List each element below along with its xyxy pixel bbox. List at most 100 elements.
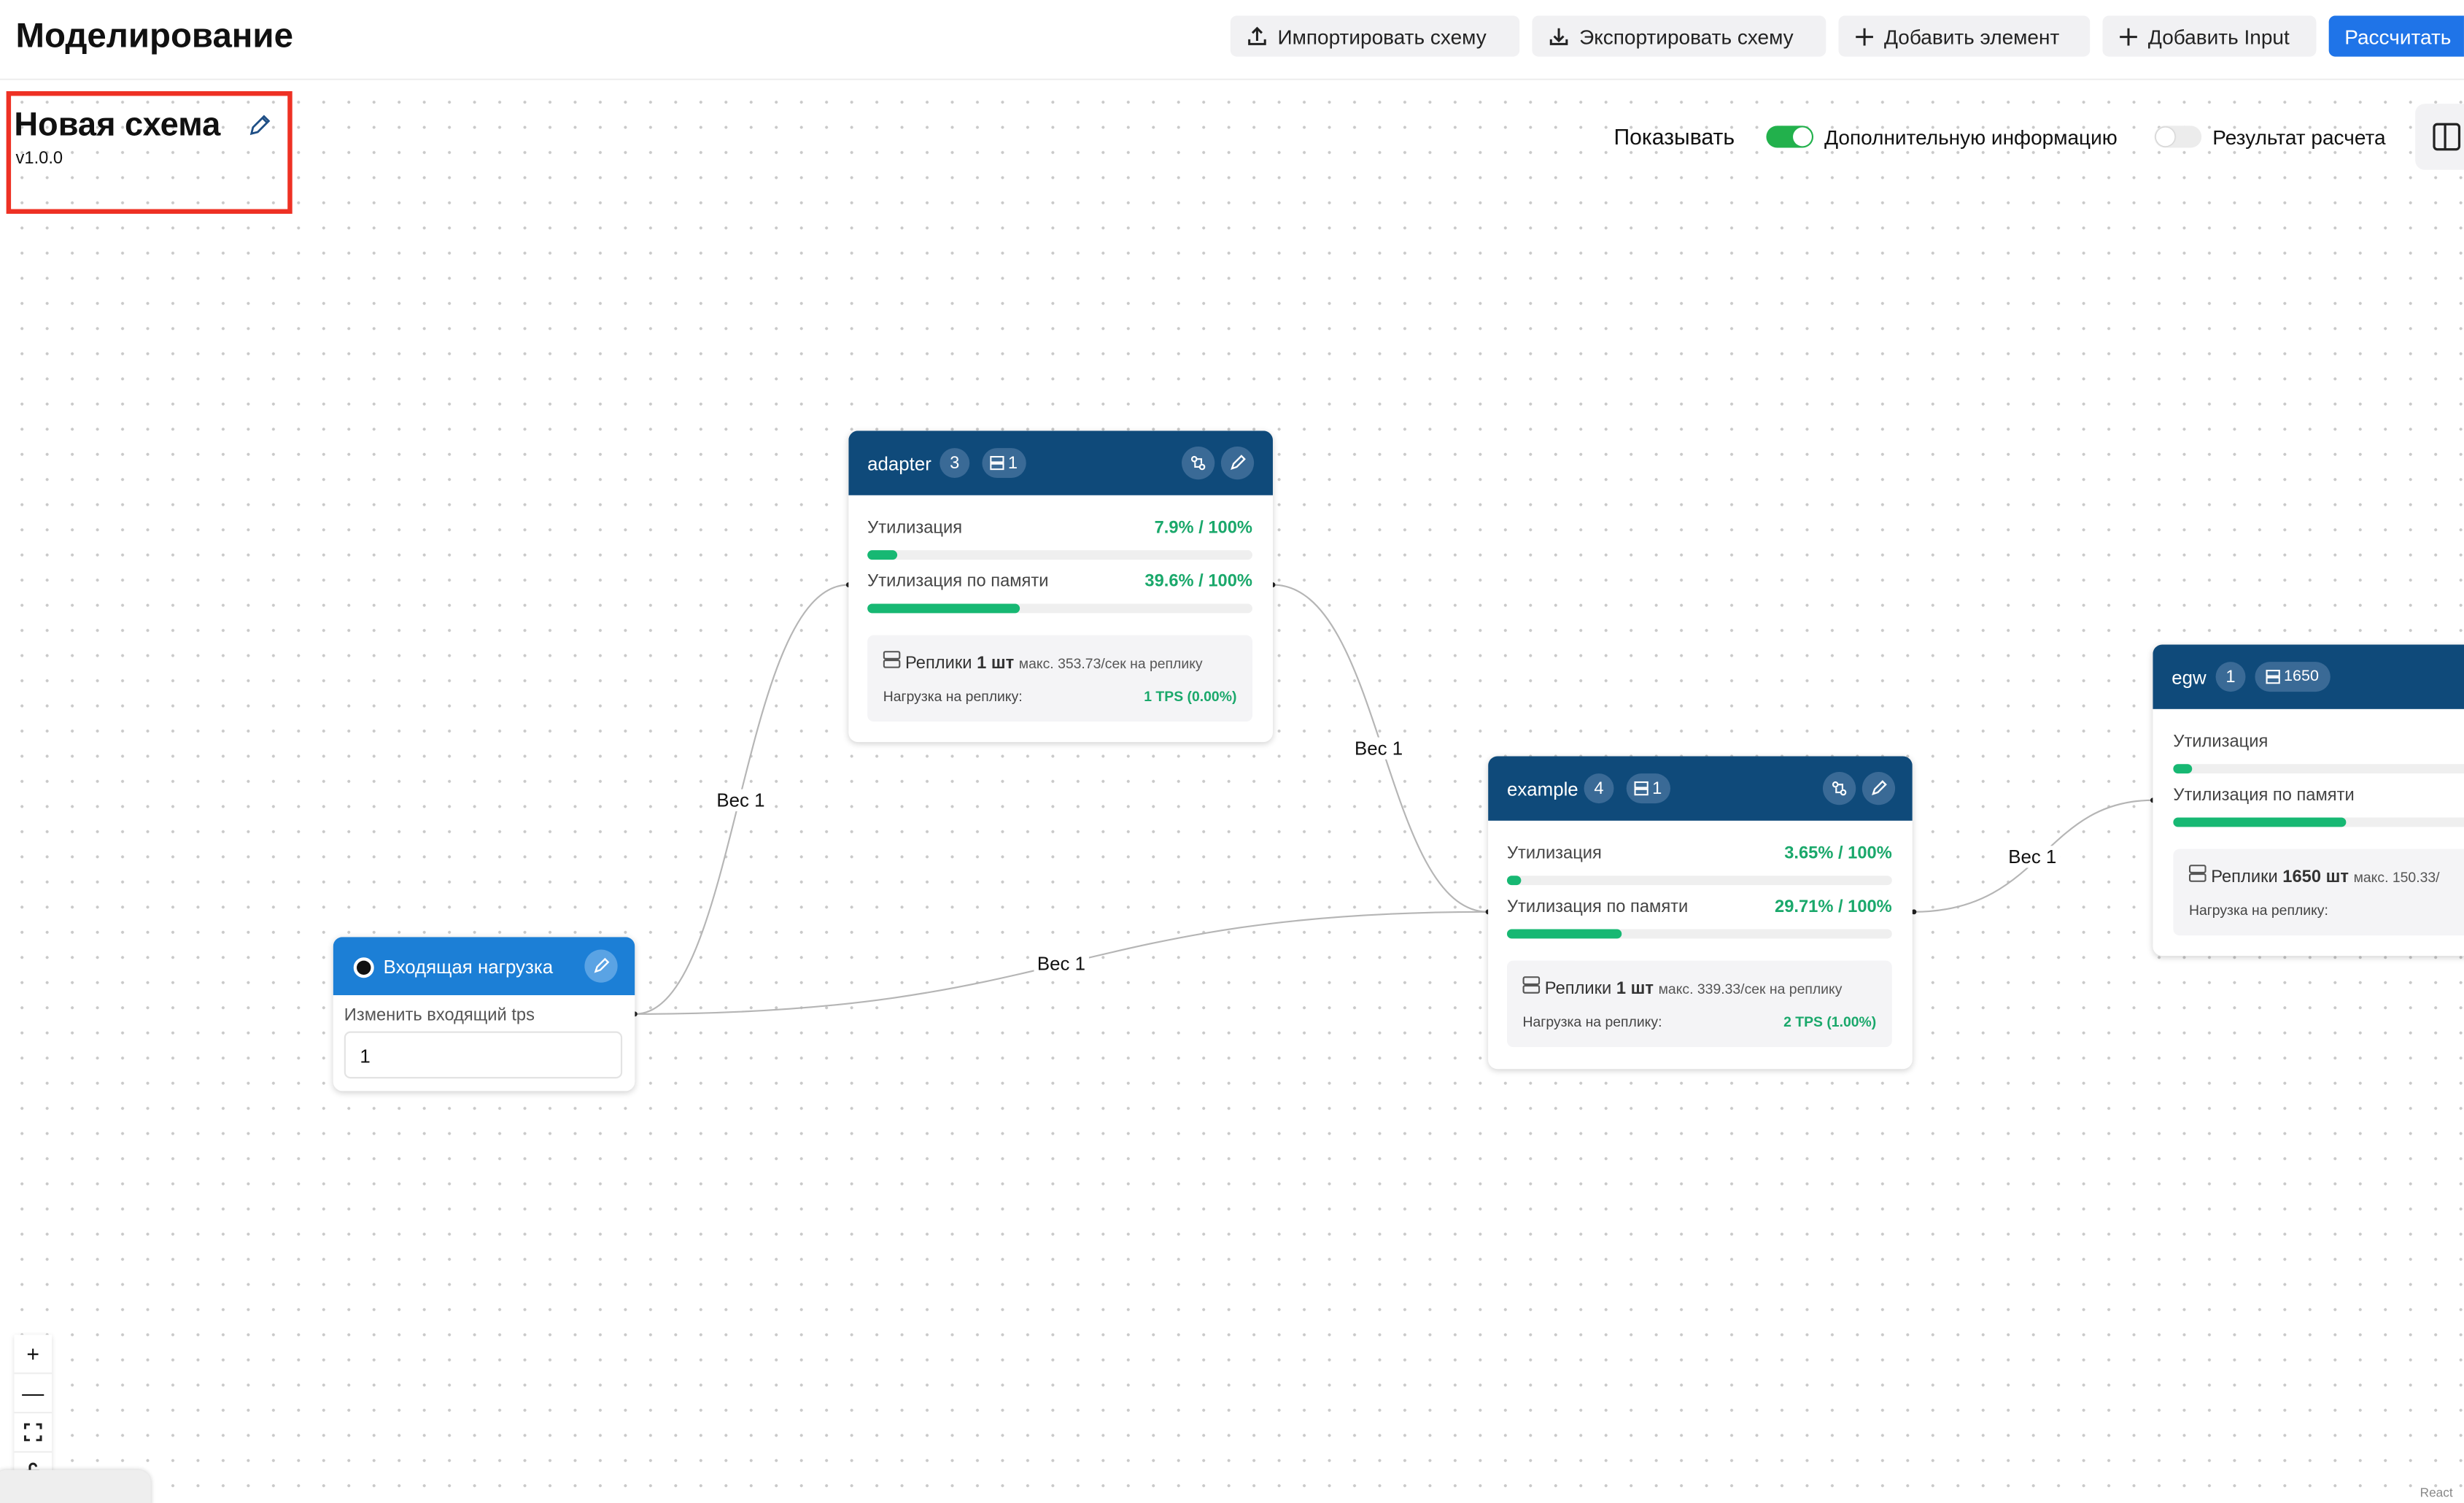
change-tps-label: Изменить входящий tps (344, 1006, 535, 1025)
replicas-label: Реплики (905, 654, 972, 673)
replicas-panel: Реплики 1 шт макс. 353.73/сек на реплику… (867, 635, 1252, 722)
zoom-out-button[interactable]: — (14, 1374, 53, 1414)
memory-bar (867, 603, 1252, 614)
fit-view-button[interactable] (14, 1413, 53, 1453)
swap-icon (1190, 455, 1206, 471)
replicas-count: 1 шт (1616, 979, 1654, 999)
replicas-panel: Реплики 1 шт макс. 339.33/сек на реплику… (1506, 960, 1892, 1048)
node-header: adapter 3 1 (848, 430, 1273, 495)
node-name: adapter (867, 452, 931, 475)
replicas-line: Реплики 1650 шт макс. 150.33/ (2188, 865, 2440, 887)
attribution-link[interactable]: React (2420, 1485, 2453, 1499)
connections-button[interactable] (1822, 772, 1856, 805)
fit-view-icon (23, 1423, 42, 1442)
node-name: egw (2172, 666, 2207, 689)
replicas-label: Реплики (2211, 868, 2278, 887)
schema-name: Новая схема (14, 107, 221, 144)
utilization-bar-fill (1506, 876, 1522, 886)
memory-bar (2173, 817, 2464, 827)
tps-input[interactable]: 1 (344, 1031, 623, 1079)
load-label: Нагрузка на реплику: (1522, 1013, 1662, 1030)
app-screen: Моделирование Импортировать схему Экспор… (0, 0, 2464, 1503)
server-icon (2188, 865, 2207, 882)
replicas-badge-value: 1 (1007, 453, 1018, 473)
utilization-label: Утилизация (1506, 844, 1602, 863)
edges-layer (632, 582, 2155, 1017)
sidebar-panel-icon (2433, 123, 2461, 151)
input-node-header: Входящая нагрузка (333, 937, 635, 995)
node-header: egw 1 1650 (2153, 644, 2464, 709)
replicas-badge: 1 (1626, 773, 1671, 804)
result-toggle[interactable] (2154, 125, 2202, 148)
replicas-max: макс. 150.33/ (2353, 869, 2440, 886)
memory-utilization-label: Утилизация по памяти (1506, 897, 1689, 917)
toggle-knob (1793, 127, 1812, 147)
input-node-title: Входящая нагрузка (383, 956, 554, 978)
memory-utilization-value: 29.71% / 100% (1775, 897, 1892, 917)
input-node[interactable]: Входящая нагрузка Изменить входящий tps … (333, 937, 635, 1091)
pencil-icon[interactable] (247, 113, 271, 138)
connections-button[interactable] (1182, 446, 1215, 480)
server-icon (883, 651, 901, 668)
node-name: example (1506, 778, 1578, 800)
count-badge: 1 (2215, 662, 2246, 692)
load-value: 2 TPS (1.00%) (1783, 1013, 1877, 1030)
load-value: 1 TPS (0.00%) (1144, 688, 1237, 705)
load-label: Нагрузка на реплику: (883, 688, 1023, 705)
pencil-icon (594, 957, 610, 973)
utilization-value: 3.65% / 100% (1784, 844, 1892, 863)
memory-bar-fill (2173, 817, 2347, 827)
replicas-count: 1650 шт (2282, 868, 2349, 887)
replicas-max: макс. 353.73/сек на реплику (1018, 655, 1203, 672)
replicas-badge-value: 1 (1652, 778, 1662, 798)
replicas-label: Реплики (1544, 979, 1612, 999)
node-header: example 4 1 (1488, 756, 1913, 821)
memory-bar (1506, 929, 1892, 939)
load-label: Нагрузка на реплику: (2188, 902, 2328, 919)
replicas-badge: 1650 (2255, 662, 2331, 692)
extra-info-toggle[interactable] (1766, 125, 1814, 148)
schema-version: v1.0.0 (15, 149, 63, 169)
server-icon (2266, 669, 2281, 684)
service-node-example[interactable]: example 4 1 Утилизация 3.65% / 100% Утил… (1488, 756, 1913, 1070)
result-label: Результат расчета (2212, 125, 2386, 150)
edit-input-button[interactable] (584, 949, 618, 983)
pencil-icon (1231, 455, 1246, 471)
utilization-bar-fill (867, 550, 898, 560)
replicas-badge-value: 1650 (2284, 668, 2319, 686)
replicas-panel: Реплики 1650 шт макс. 150.33/ Нагрузка н… (2173, 849, 2464, 936)
memory-utilization-value: 39.6% / 100% (1144, 572, 1252, 592)
pencil-icon (1872, 780, 1887, 796)
toggle-panel-button[interactable] (2415, 104, 2464, 170)
server-icon (1635, 781, 1649, 796)
edge-weight-label: Вес 1 (713, 789, 768, 811)
memory-bar-fill (867, 603, 1020, 614)
edge-weight-label: Вес 1 (2004, 846, 2060, 868)
replicas-line: Реплики 1 шт макс. 339.33/сек на реплику (1522, 976, 1842, 999)
service-node-egw[interactable]: egw 1 1650 Утилизация Утилизация по памя… (2153, 644, 2464, 957)
bottom-panel-tab[interactable] (0, 1469, 151, 1503)
server-icon (1522, 976, 1541, 994)
count-badge: 3 (940, 448, 970, 479)
edit-node-button[interactable] (1861, 772, 1896, 805)
edit-node-button[interactable] (1220, 446, 1255, 480)
record-icon (353, 957, 374, 978)
memory-utilization-label: Утилизация по памяти (2173, 786, 2355, 805)
edge-weight-label: Вес 1 (1034, 952, 1089, 975)
memory-bar-fill (1506, 929, 1622, 939)
utilization-label: Утилизация (867, 519, 963, 538)
replicas-line: Реплики 1 шт макс. 353.73/сек на реплику (883, 651, 1203, 673)
utilization-bar (1506, 876, 1892, 886)
edge-weight-label: Вес 1 (1351, 737, 1406, 760)
zoom-controls: + — (14, 1334, 53, 1491)
replicas-badge: 1 (982, 448, 1026, 479)
toggle-knob (2155, 127, 2175, 147)
count-badge: 4 (1584, 773, 1614, 804)
service-node-adapter[interactable]: adapter 3 1 Утилизация 7.9% / 100% Утили… (848, 430, 1273, 743)
memory-utilization-label: Утилизация по памяти (867, 572, 1049, 592)
zoom-in-button[interactable]: + (14, 1334, 53, 1375)
swap-icon (1832, 781, 1847, 796)
server-icon (991, 455, 1005, 471)
extra-info-label: Дополнительную информацию (1824, 125, 2118, 150)
utilization-bar (2173, 764, 2464, 774)
